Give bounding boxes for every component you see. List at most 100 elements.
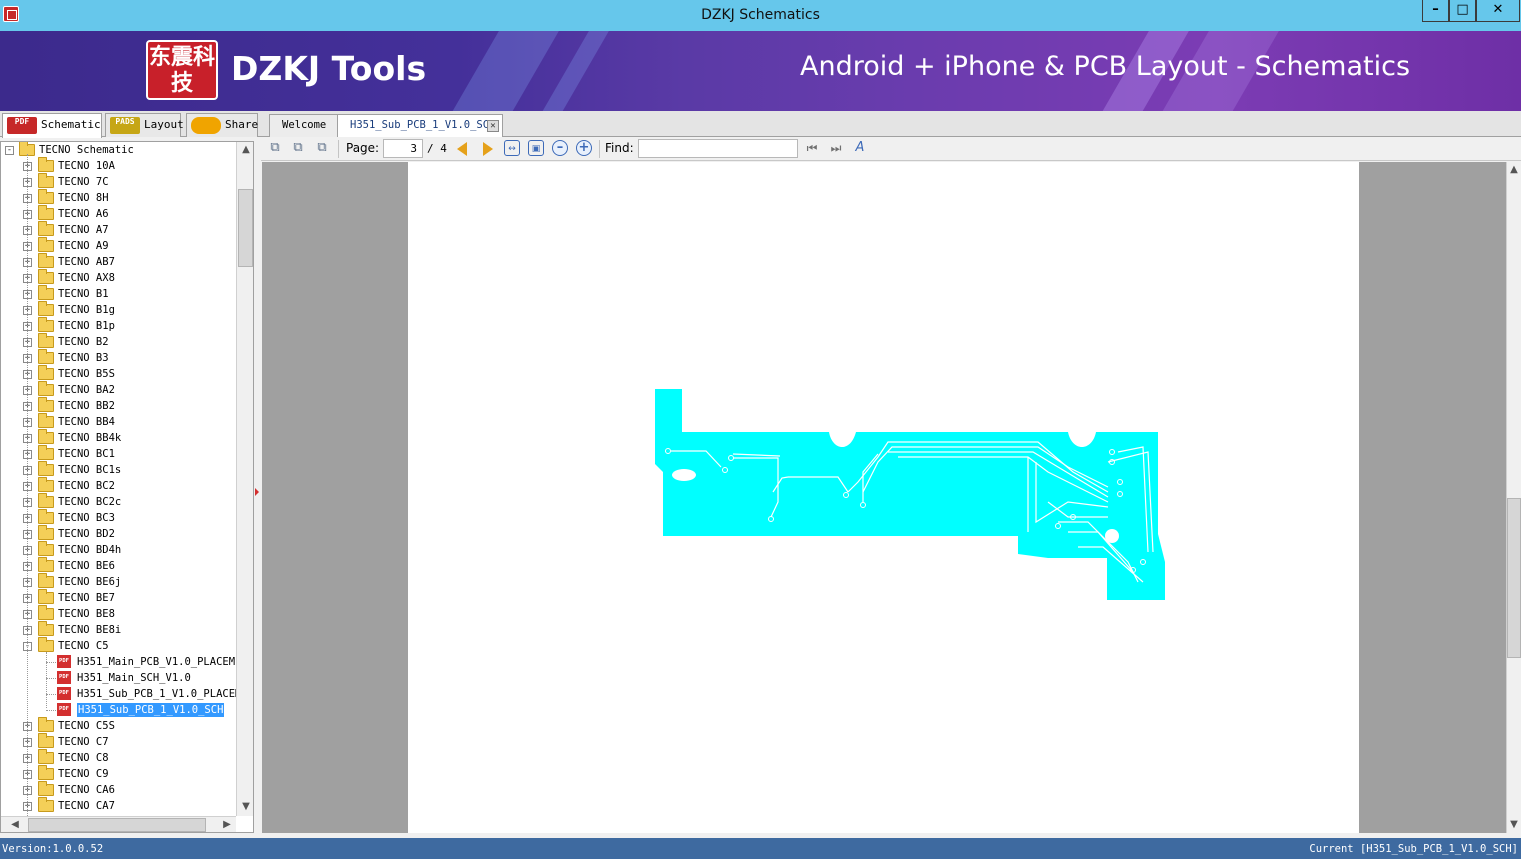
tree-folder[interactable]: + TECNO BB4	[1, 413, 236, 430]
maximize-button[interactable]: □	[1449, 0, 1476, 22]
tree-folder[interactable]: + TECNO BE6	[1, 557, 236, 574]
tree-file[interactable]: PDF H351_Sub_PCB_1_V1.0_PLACEME	[1, 686, 248, 702]
tree-folder[interactable]: + TECNO AB7	[1, 253, 236, 270]
pdf-file-icon: PDF	[57, 703, 71, 716]
folder-icon	[38, 301, 54, 316]
tree-folder[interactable]: + TECNO BC1s	[1, 461, 236, 478]
tree-folder[interactable]: + TECNO BA2	[1, 381, 236, 398]
tree-folder[interactable]: + TECNO BE8	[1, 605, 236, 622]
tree-folder[interactable]: + TECNO B3	[1, 349, 236, 366]
tree-file[interactable]: PDF H351_Main_SCH_V1.0	[1, 670, 236, 686]
tree-folder[interactable]: + TECNO C8	[1, 749, 236, 766]
scroll-thumb[interactable]	[238, 189, 253, 267]
tree-item-label: TECNO BE8i	[58, 624, 122, 636]
find-next-icon[interactable]: ⏭	[828, 140, 844, 156]
tree-item-label: H351_Main_PCB_V1.0_PLACEMEN	[77, 656, 248, 668]
find-previous-icon[interactable]: ⏮	[804, 140, 820, 156]
tree-folder[interactable]: + TECNO A9	[1, 237, 236, 254]
scroll-right-arrow[interactable]: ▶	[219, 817, 235, 832]
tree-folder[interactable]: + TECNO A7	[1, 221, 236, 238]
close-button[interactable]: ✕	[1476, 0, 1520, 22]
tab-share[interactable]: Share	[186, 113, 258, 137]
page-copy-icon[interactable]: ⧉	[290, 140, 306, 156]
folder-icon	[38, 205, 54, 220]
tree-folder[interactable]: + TECNO B1p	[1, 317, 236, 334]
tab-document[interactable]: H351_Sub_PCB_1_V1.0_SCH ✕	[337, 114, 503, 138]
tree-connector	[46, 662, 56, 663]
tree-folder[interactable]: + TECNO B1	[1, 285, 236, 302]
tree-folder[interactable]: + TECNO C5S	[1, 717, 236, 734]
tree-item-label: TECNO BE7	[58, 592, 115, 604]
document-tab-bar: Welcome H351_Sub_PCB_1_V1.0_SCH ✕	[261, 111, 1521, 138]
folder-icon	[38, 605, 54, 620]
tree-root[interactable]: - TECNO Schematic	[1, 142, 236, 158]
fit-page-icon[interactable]: ▣	[528, 140, 544, 156]
tree-folder[interactable]: + TECNO B5S	[1, 365, 236, 382]
scroll-up-arrow[interactable]: ▲	[1507, 162, 1521, 178]
tree-item-label: TECNO CA6	[58, 784, 115, 796]
tree-folder[interactable]: + TECNO CA7	[1, 797, 236, 814]
tree-file[interactable]: PDF H351_Sub_PCB_1_V1.0_SCH	[1, 702, 236, 718]
tree-folder[interactable]: + TECNO BC2c	[1, 493, 236, 510]
tab-layout[interactable]: PADS Layout	[105, 113, 184, 137]
close-tab-icon[interactable]: ✕	[487, 120, 499, 132]
tree-folder[interactable]: + TECNO C9	[1, 765, 236, 782]
title-bar: DZKJ Schematics – □ ✕	[0, 0, 1521, 31]
tree-folder[interactable]: + TECNO A6	[1, 205, 236, 222]
zoom-in-icon[interactable]: +	[576, 140, 592, 156]
tree-folder[interactable]: + TECNO 7C	[1, 173, 236, 190]
tree-folder[interactable]: + TECNO BD2	[1, 525, 236, 542]
find-input[interactable]	[638, 139, 798, 158]
tree-item-label: TECNO BD2	[58, 528, 115, 540]
minimize-button[interactable]: –	[1422, 0, 1449, 22]
folder-icon	[38, 525, 54, 540]
tree-folder[interactable]: + TECNO 10A	[1, 157, 236, 174]
tree-folder[interactable]: + TECNO BD4h	[1, 541, 236, 558]
tree-folder[interactable]: + TECNO CA6	[1, 781, 236, 798]
page-number-input[interactable]: 3	[383, 139, 423, 158]
scroll-thumb[interactable]	[1507, 498, 1521, 658]
document-viewer[interactable]	[262, 162, 1506, 833]
viewer-vertical-scrollbar[interactable]: ▲ ▼	[1506, 162, 1521, 833]
tree-folder[interactable]: + TECNO BC1	[1, 445, 236, 462]
tree-folder[interactable]: + TECNO 8H	[1, 189, 236, 206]
previous-page-icon[interactable]	[457, 142, 467, 156]
match-case-icon[interactable]: A	[852, 140, 868, 156]
tab-welcome[interactable]: Welcome	[269, 114, 339, 137]
scroll-thumb[interactable]	[28, 818, 206, 832]
tree-horizontal-scrollbar[interactable]: ◀ ▶	[1, 816, 236, 832]
tree-folder[interactable]: + TECNO BC2	[1, 477, 236, 494]
tree-folder[interactable]: + TECNO BB2	[1, 397, 236, 414]
left-tab-bar: PDF Schematic PADS Layout Share	[0, 111, 261, 138]
tree-folder[interactable]: + TECNO AX8	[1, 269, 236, 286]
tree-item-label: TECNO BE6j	[58, 576, 122, 588]
tree-folder[interactable]: + TECNO BB4k	[1, 429, 236, 446]
find-label: Find:	[605, 141, 634, 155]
tree-folder[interactable]: + TECNO C7	[1, 733, 236, 750]
copy-icon[interactable]: ⧉	[267, 140, 283, 156]
scroll-left-arrow[interactable]: ◀	[7, 817, 23, 832]
tree-item-label: TECNO BE8	[58, 608, 115, 620]
folder-icon	[38, 189, 54, 204]
pane-splitter[interactable]	[254, 137, 261, 833]
tree-folder[interactable]: + TECNO B2	[1, 333, 236, 350]
next-page-icon[interactable]	[483, 142, 493, 156]
tree-file[interactable]: PDF H351_Main_PCB_V1.0_PLACEMEN	[1, 654, 248, 670]
tab-schematic[interactable]: PDF Schematic	[2, 113, 102, 138]
tree-folder[interactable]: + TECNO BC3	[1, 509, 236, 526]
tab-share-label: Share	[225, 118, 259, 131]
scroll-down-arrow[interactable]: ▼	[238, 799, 253, 815]
tree-folder-expanded[interactable]: - TECNO C5	[1, 637, 236, 654]
page-layout-icon[interactable]: ⧉	[314, 140, 330, 156]
tree-folder[interactable]: + TECNO B1g	[1, 301, 236, 318]
tree-folder[interactable]: + TECNO BE6j	[1, 573, 236, 590]
zoom-out-icon[interactable]: –	[552, 140, 568, 156]
tree-vertical-scrollbar[interactable]: ▲ ▼	[236, 142, 253, 816]
scroll-down-arrow[interactable]: ▼	[1507, 817, 1521, 833]
scroll-up-arrow[interactable]: ▲	[238, 142, 253, 158]
collapse-icon[interactable]: -	[5, 146, 14, 155]
fit-width-icon[interactable]: ↔	[504, 140, 520, 156]
collapse-arrow-icon[interactable]	[255, 488, 259, 496]
tree-folder[interactable]: + TECNO BE8i	[1, 621, 236, 638]
tree-folder[interactable]: + TECNO BE7	[1, 589, 236, 606]
